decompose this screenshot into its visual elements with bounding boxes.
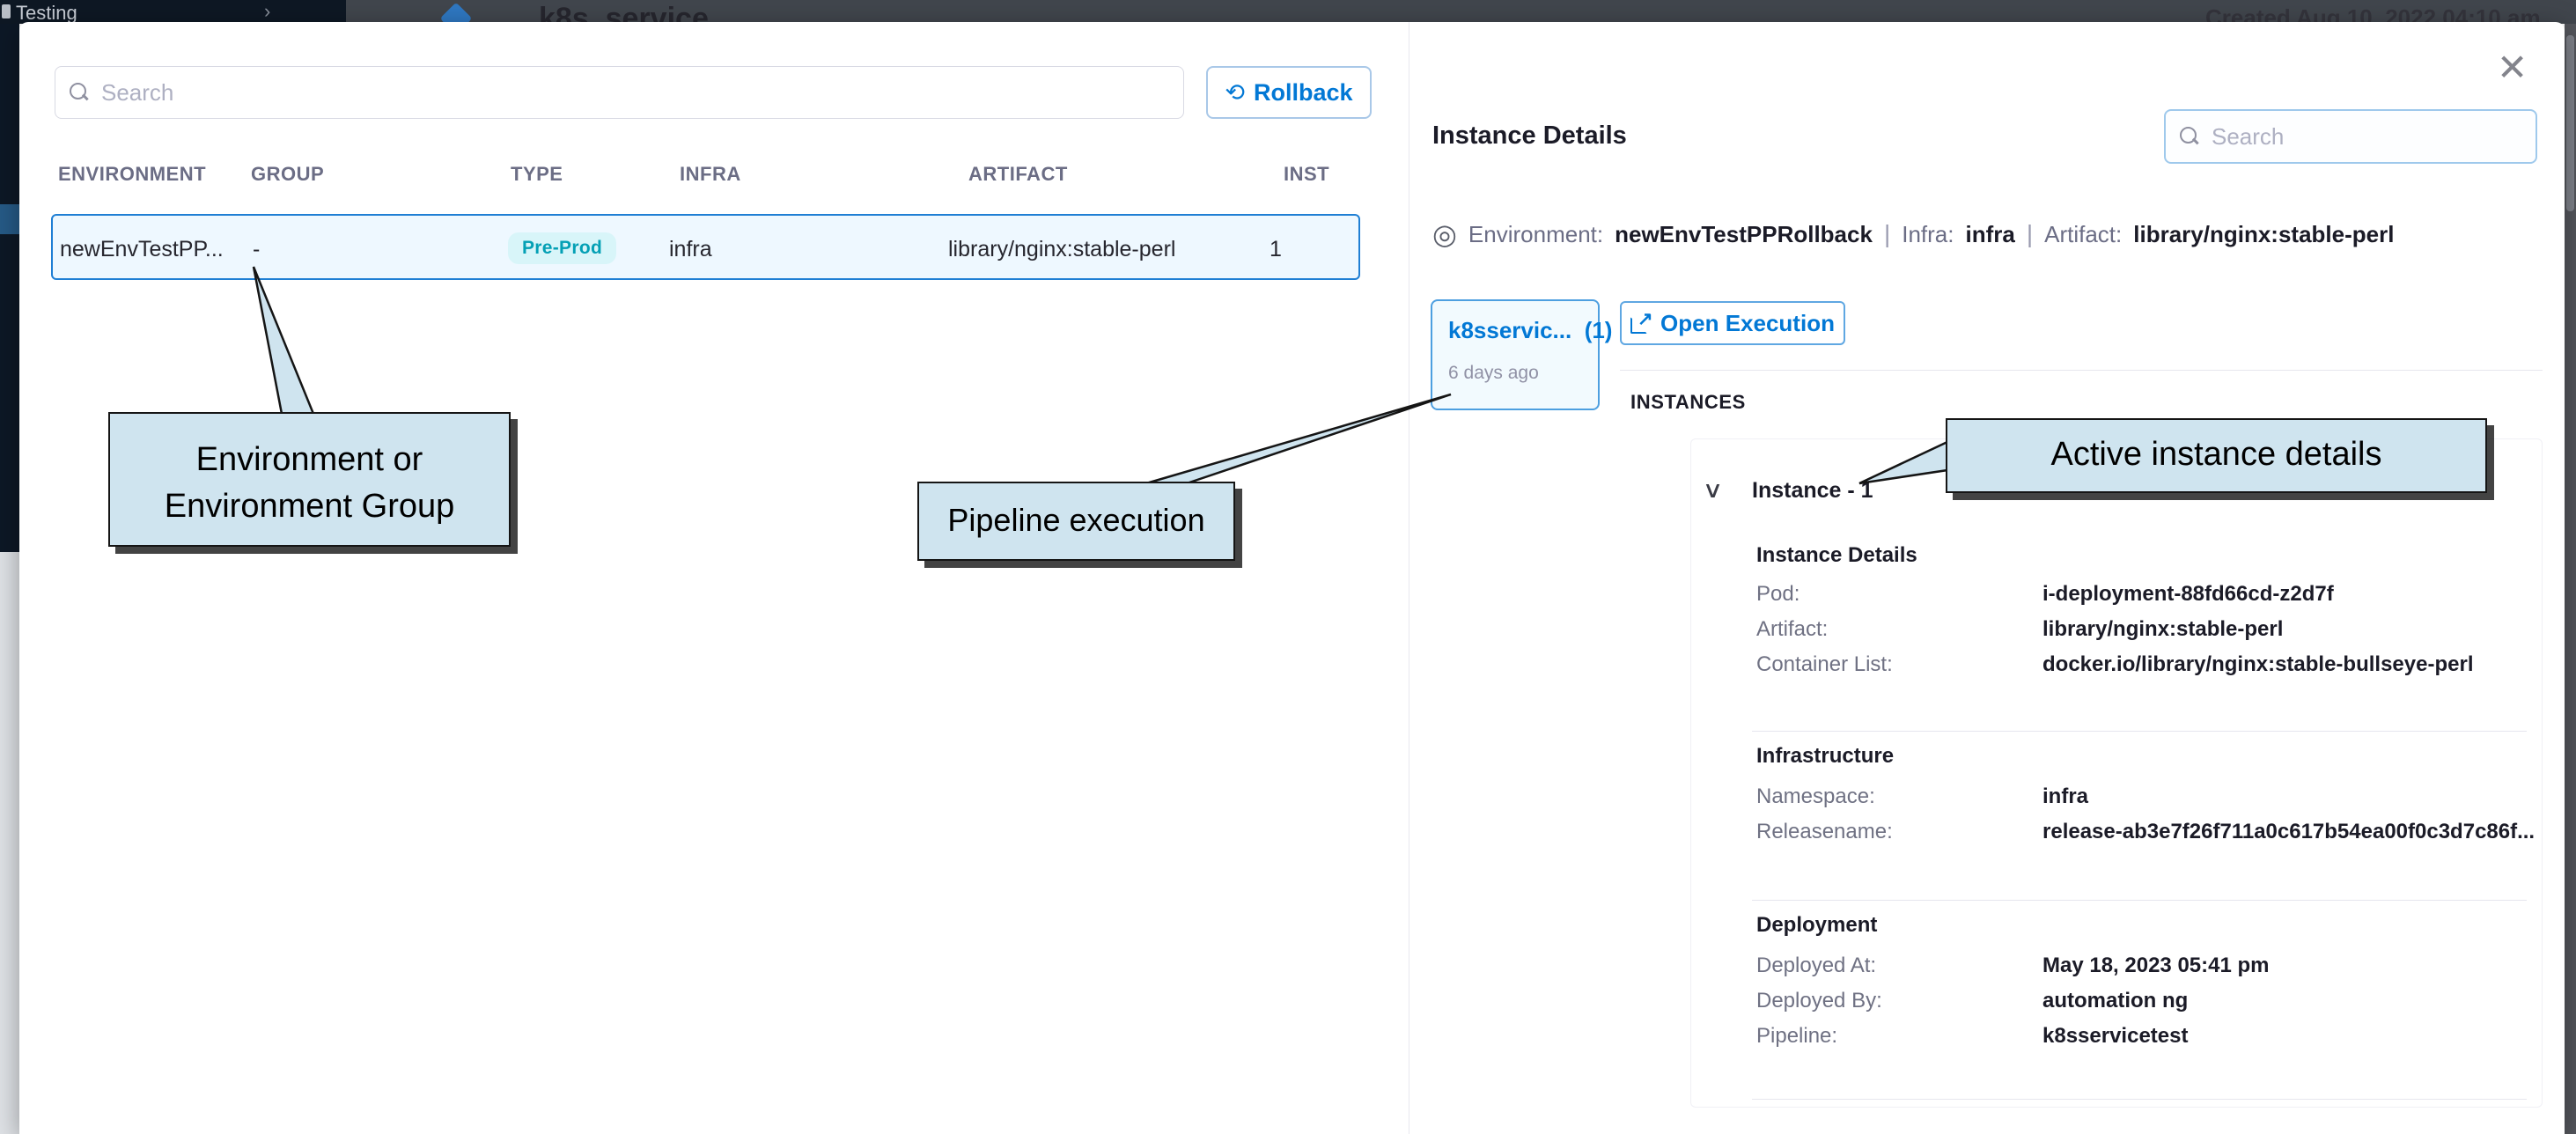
service-title: k8s_service [539, 2, 709, 24]
section-divider [1752, 1099, 2527, 1100]
created-timestamp: Created Aug 10, 2022 04:10 am [2205, 4, 2541, 24]
environment-search-input[interactable] [99, 78, 1169, 107]
field-value-artifact: library/nginx:stable-perl [2042, 617, 2283, 642]
field-label-pipeline: Pipeline: [1756, 1024, 1837, 1049]
environment-label: Environment: [1468, 221, 1603, 248]
field-label-deployed-at: Deployed At: [1756, 954, 1876, 978]
col-header-infra: INFRA [680, 163, 741, 186]
harness-logo-fragment [2, 4, 11, 18]
project-name: Testing [16, 2, 77, 24]
field-label-deployed-by: Deployed By: [1756, 989, 1882, 1013]
environment-search-box[interactable] [55, 66, 1184, 119]
field-label-releasename: Releasename: [1756, 820, 1893, 844]
field-value-pipeline: k8sservicetest [2042, 1024, 2188, 1049]
instance-search-box[interactable] [2164, 109, 2537, 164]
service-cube-icon [440, 3, 473, 24]
field-label-artifact: Artifact: [1756, 617, 1828, 642]
pipeline-execution-card[interactable]: k8sservic... (1) 6 days ago [1431, 299, 1600, 410]
chevron-down-icon[interactable]: ∨ [1703, 478, 1724, 501]
environment-value: newEnvTestPPRollback [1615, 221, 1873, 248]
field-label-pod: Pod: [1756, 582, 1800, 607]
external-link-icon [1630, 313, 1650, 333]
chevron-right-icon: › [264, 0, 270, 23]
page-scrollbar-thumb[interactable] [2566, 35, 2574, 211]
field-value-releasename: release-ab3e7f26f711a0c617b54ea00f0c3d7c… [2042, 820, 2535, 844]
deployment-summary-line: ◎ Environment: newEnvTestPPRollback | In… [1432, 220, 2394, 248]
environment-table-row[interactable]: newEnvTestPP... - Pre-Prod infra library… [51, 214, 1360, 280]
sidebar-selected-item-fragment [0, 204, 19, 234]
callout-pipeline-execution: Pipeline execution [917, 482, 1235, 561]
environment-icon: ◎ [1432, 220, 1457, 248]
section-divider [1620, 370, 2543, 371]
section-heading-infrastructure: Infrastructure [1756, 744, 1894, 769]
col-header-type: TYPE [511, 163, 563, 186]
screen: Testing › k8s_service Created Aug 10, 20… [0, 0, 2576, 1134]
field-label-namespace: Namespace: [1756, 784, 1875, 809]
col-header-group: GROUP [251, 163, 324, 186]
rollback-icon: ⟲ [1225, 81, 1245, 105]
field-value-container-list: docker.io/library/nginx:stable-bullseye-… [2042, 652, 2473, 677]
sidebar-header-fragment: Testing › [0, 0, 346, 24]
search-icon [2180, 127, 2199, 146]
field-value-deployed-at: May 18, 2023 05:41 pm [2042, 954, 2270, 978]
col-header-environment: ENVIRONMENT [58, 163, 206, 186]
close-icon[interactable]: ✕ [2497, 49, 2528, 86]
cell-environment: newEnvTestPP... [60, 237, 224, 262]
cell-infra: infra [669, 237, 712, 262]
artifact-value: library/nginx:stable-perl [2133, 221, 2394, 248]
col-header-artifact: ARTIFACT [968, 163, 1068, 186]
preprod-badge: Pre-Prod [508, 232, 616, 264]
cell-artifact: library/nginx:stable-perl [948, 237, 1175, 262]
sidebar-edge [0, 24, 19, 552]
section-heading-instance-details: Instance Details [1756, 543, 1917, 568]
execution-age: 6 days ago [1448, 363, 1539, 384]
cell-inst: 1 [1270, 237, 1282, 262]
page-edge [0, 552, 19, 1134]
section-heading-deployment: Deployment [1756, 913, 1877, 938]
infra-value: infra [1965, 221, 2014, 248]
open-execution-button[interactable]: Open Execution [1620, 301, 1845, 345]
section-divider [1752, 900, 2527, 901]
search-icon [70, 83, 89, 102]
field-value-pod: i-deployment-88fd66cd-z2d7f [2042, 582, 2334, 607]
instance-search-input[interactable] [2210, 122, 2521, 151]
col-header-inst: INST [1284, 163, 1329, 186]
separator: | [1884, 220, 1890, 248]
cell-group: - [253, 237, 260, 262]
instance-details-title: Instance Details [1432, 122, 1627, 151]
field-value-deployed-by: automation ng [2042, 989, 2188, 1013]
instance-title[interactable]: Instance - 1 [1752, 478, 1873, 504]
separator: | [2027, 220, 2033, 248]
rollback-button[interactable]: ⟲ Rollback [1206, 66, 1372, 119]
callout-active-instance: Active instance details [1946, 418, 2487, 493]
callout-environment: Environment or Environment Group [108, 412, 511, 547]
page-header-bar: Testing › k8s_service Created Aug 10, 20… [0, 0, 2576, 24]
execution-name: k8sservic... (1) [1448, 317, 1612, 344]
field-value-namespace: infra [2042, 784, 2088, 809]
infra-label: Infra: [1902, 221, 1954, 248]
artifact-label: Artifact: [2044, 221, 2122, 248]
instances-heading: INSTANCES [1630, 391, 1746, 414]
section-divider [1752, 731, 2527, 732]
field-label-container-list: Container List: [1756, 652, 1893, 677]
